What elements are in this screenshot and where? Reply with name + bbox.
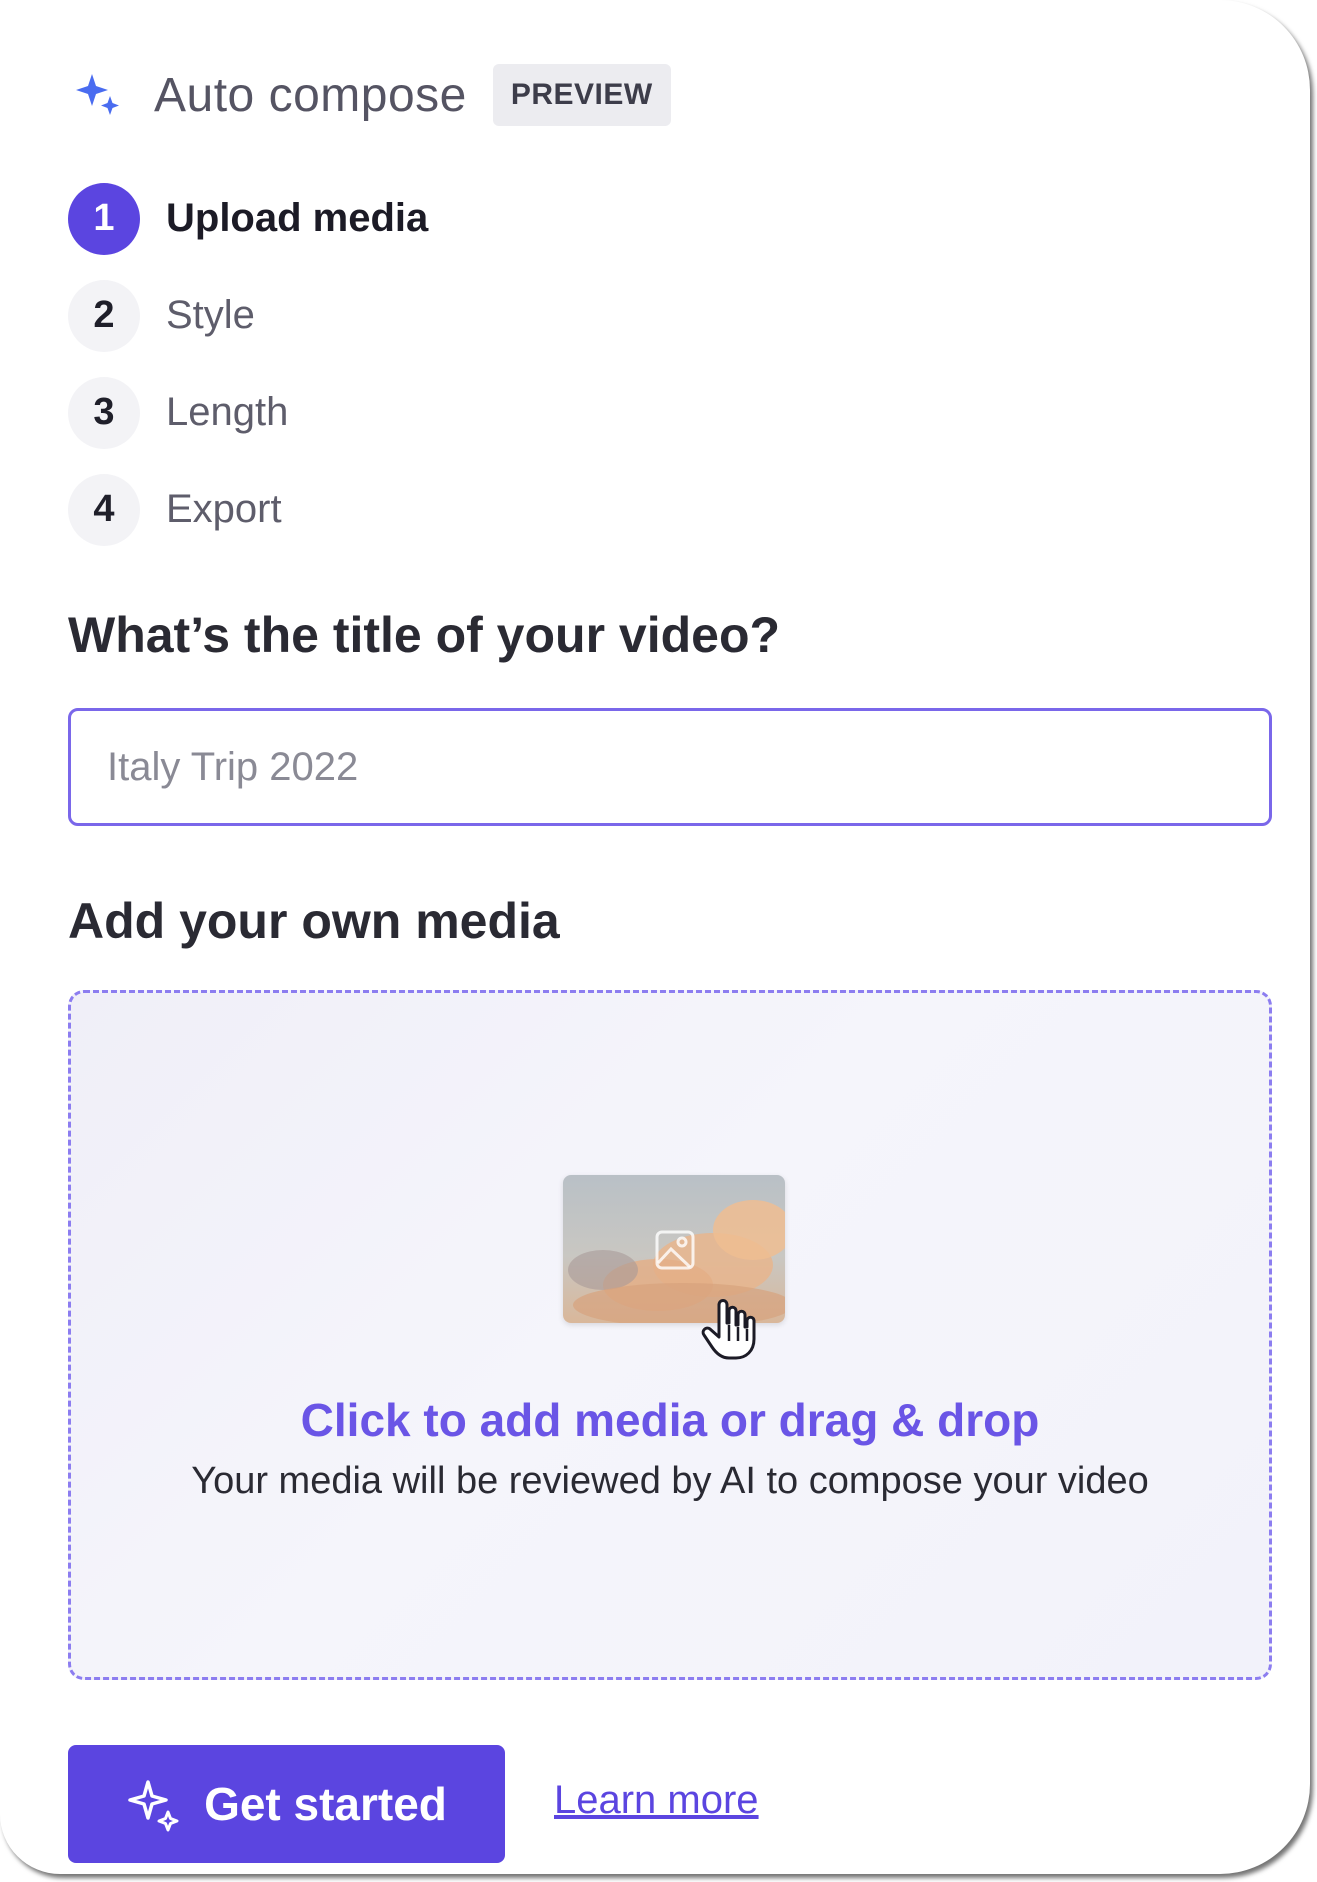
step-label: Style <box>166 293 255 337</box>
media-dropzone[interactable]: Click to add media or drag & drop Your m… <box>68 990 1272 1680</box>
get-started-label: Get started <box>204 1778 447 1830</box>
video-title-input[interactable] <box>68 708 1272 826</box>
get-started-button[interactable]: Get started <box>68 1745 505 1863</box>
dropzone-secondary-text: Your media will be reviewed by AI to com… <box>191 1460 1149 1502</box>
sparkle-icon <box>128 1780 179 1832</box>
sparkle-icon <box>76 74 119 115</box>
step-number: 4 <box>68 473 140 546</box>
dropzone-primary-text[interactable]: Click to add media or drag & drop <box>71 1393 1269 1447</box>
add-media-heading: Add your own media <box>68 893 560 949</box>
auto-compose-panel: Auto compose PREVIEW 1 Upload media 2 St… <box>0 0 1310 1874</box>
step-list: 1 Upload media 2 Style 3 Length 4 Export <box>68 182 428 570</box>
step-label: Length <box>166 390 289 434</box>
step-label: Upload media <box>166 196 429 240</box>
step-style[interactable]: 2 Style <box>68 279 428 352</box>
step-number: 2 <box>68 279 140 352</box>
step-number: 3 <box>68 376 140 449</box>
panel-header: Auto compose PREVIEW <box>74 60 671 130</box>
step-number: 1 <box>68 182 140 255</box>
step-upload-media[interactable]: 1 Upload media <box>68 182 428 255</box>
image-icon <box>655 1230 695 1270</box>
video-title-heading: What’s the title of your video? <box>68 607 781 663</box>
hand-cursor-icon <box>701 1299 756 1360</box>
learn-more-link[interactable]: Learn more <box>554 1778 759 1823</box>
app-title: Auto compose <box>154 68 467 122</box>
step-label: Export <box>166 487 282 531</box>
step-length[interactable]: 3 Length <box>68 376 428 449</box>
preview-badge: PREVIEW <box>492 64 671 126</box>
step-export[interactable]: 4 Export <box>68 473 428 546</box>
